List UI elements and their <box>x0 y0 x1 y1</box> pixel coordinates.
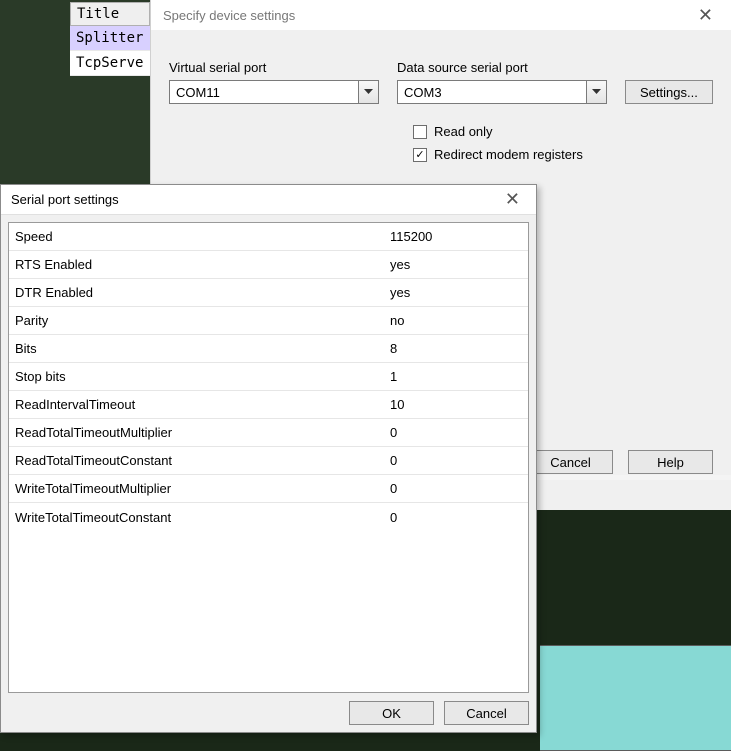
redirect-label: Redirect modem registers <box>434 147 583 162</box>
close-icon[interactable]: ✕ <box>499 187 526 212</box>
prop-val: yes <box>384 285 528 300</box>
prop-val: 115200 <box>384 229 528 244</box>
window-title: Specify device settings <box>163 8 295 23</box>
title-header: Title <box>70 2 150 26</box>
table-row[interactable]: Speed115200 <box>9 223 528 251</box>
serial-port-settings-dialog: Serial port settings ✕ Speed115200 RTS E… <box>0 184 537 733</box>
cancel-button[interactable]: Cancel <box>528 450 613 474</box>
prop-val: 0 <box>384 425 528 440</box>
virtual-port-value: COM11 <box>170 85 358 100</box>
table-row[interactable]: WriteTotalTimeoutConstant0 <box>9 503 528 531</box>
prop-key: Bits <box>9 341 384 356</box>
prop-key: ReadIntervalTimeout <box>9 397 384 412</box>
table-row[interactable]: Bits8 <box>9 335 528 363</box>
data-source-value: COM3 <box>398 85 586 100</box>
prop-val: 8 <box>384 341 528 356</box>
close-icon[interactable]: ✕ <box>692 3 719 28</box>
settings-button[interactable]: Settings... <box>625 80 713 104</box>
prop-key: RTS Enabled <box>9 257 384 272</box>
prop-key: ReadTotalTimeoutConstant <box>9 453 384 468</box>
prop-val: 10 <box>384 397 528 412</box>
data-source-label: Data source serial port <box>397 60 607 75</box>
table-row[interactable]: ReadTotalTimeoutConstant0 <box>9 447 528 475</box>
prop-val: 0 <box>384 453 528 468</box>
virtual-port-select[interactable]: COM11 <box>169 80 379 104</box>
virtual-port-label: Virtual serial port <box>169 60 379 75</box>
prop-key: Stop bits <box>9 369 384 384</box>
prop-key: DTR Enabled <box>9 285 384 300</box>
redirect-checkbox[interactable]: ✓ <box>413 148 427 162</box>
prop-val: no <box>384 313 528 328</box>
table-row[interactable]: DTR Enabledyes <box>9 279 528 307</box>
prop-key: WriteTotalTimeoutMultiplier <box>9 481 384 496</box>
prop-key: Speed <box>9 229 384 244</box>
dialog-title: Serial port settings <box>11 192 119 207</box>
table-row[interactable]: Parityno <box>9 307 528 335</box>
table-row[interactable]: ReadTotalTimeoutMultiplier0 <box>9 419 528 447</box>
list-item[interactable]: TcpServe <box>70 51 150 76</box>
list-item[interactable]: Splitter <box>70 26 150 51</box>
cancel-button[interactable]: Cancel <box>444 701 529 725</box>
data-source-select[interactable]: COM3 <box>397 80 607 104</box>
prop-val: 1 <box>384 369 528 384</box>
chevron-down-icon[interactable] <box>586 81 606 103</box>
prop-val: yes <box>384 257 528 272</box>
ok-button[interactable]: OK <box>349 701 434 725</box>
chevron-down-icon[interactable] <box>358 81 378 103</box>
title-list: Title Splitter TcpServe <box>70 2 150 76</box>
read-only-checkbox[interactable] <box>413 125 427 139</box>
help-button[interactable]: Help <box>628 450 713 474</box>
table-row[interactable]: Stop bits1 <box>9 363 528 391</box>
read-only-label: Read only <box>434 124 493 139</box>
prop-val: 0 <box>384 481 528 496</box>
prop-key: WriteTotalTimeoutConstant <box>9 510 384 525</box>
prop-val: 0 <box>384 510 528 525</box>
table-row[interactable]: ReadIntervalTimeout10 <box>9 391 528 419</box>
titlebar: Specify device settings ✕ <box>151 0 731 30</box>
table-row[interactable]: WriteTotalTimeoutMultiplier0 <box>9 475 528 503</box>
dialog-titlebar: Serial port settings ✕ <box>1 185 536 215</box>
prop-key: Parity <box>9 313 384 328</box>
background-panel <box>540 645 731 751</box>
property-table: Speed115200 RTS Enabledyes DTR Enabledye… <box>8 222 529 693</box>
table-row[interactable]: RTS Enabledyes <box>9 251 528 279</box>
prop-key: ReadTotalTimeoutMultiplier <box>9 425 384 440</box>
